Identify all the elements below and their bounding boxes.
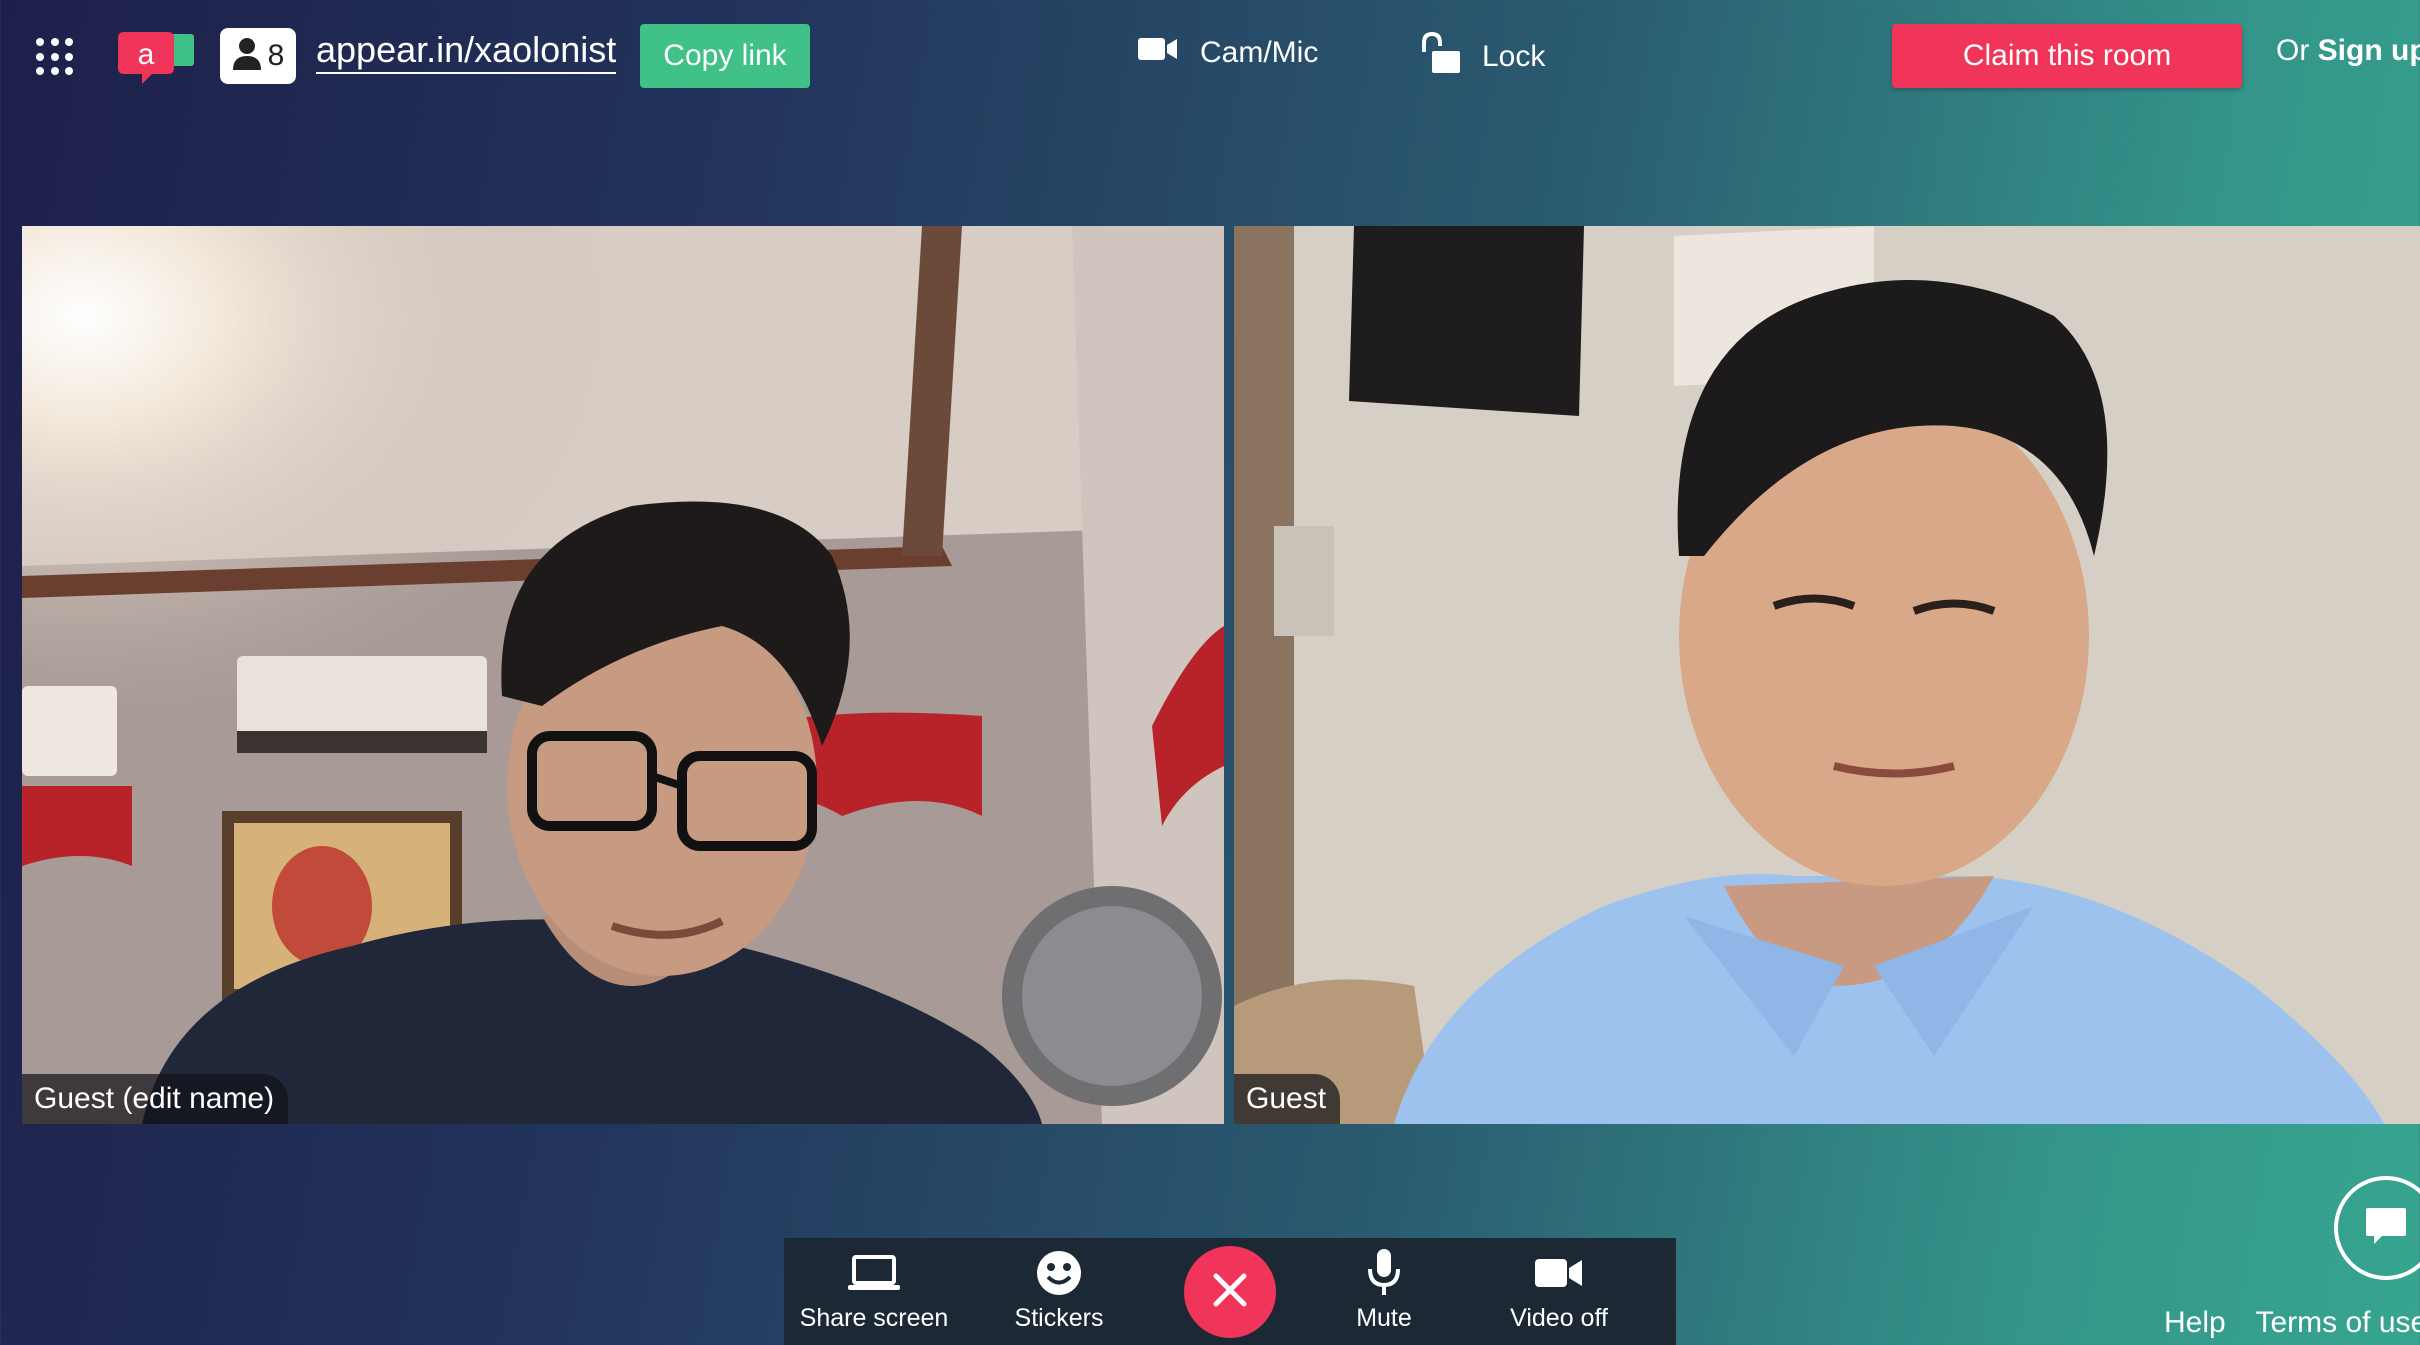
local-name-tag[interactable]: Guest (edit name): [22, 1074, 289, 1124]
svg-text:a: a: [138, 38, 155, 71]
video-tile-local[interactable]: Guest (edit name): [22, 226, 1224, 1124]
chat-bubble-icon: [2364, 1206, 2408, 1251]
video-off-button[interactable]: Video off: [1474, 1238, 1644, 1345]
signup-link[interactable]: Or Sign up: [2276, 34, 2420, 68]
apps-grid-icon[interactable]: [36, 38, 74, 76]
close-icon: [1213, 1273, 1247, 1312]
person-icon: [232, 36, 262, 77]
signup-label[interactable]: Sign up: [2318, 34, 2420, 67]
cam-mic-label: Cam/Mic: [1200, 36, 1319, 69]
claim-room-button[interactable]: Claim this room: [1892, 24, 2242, 88]
stickers-button[interactable]: Stickers: [984, 1238, 1134, 1345]
video-feed-remote: [1234, 226, 2420, 1124]
video-feed-local: [22, 226, 1224, 1124]
remote-name-tag: Guest: [1234, 1074, 1341, 1124]
appear-in-logo[interactable]: a: [118, 28, 198, 88]
call-toolbar: Share screen Stickers Mute Video off: [784, 1238, 1676, 1345]
share-screen-button[interactable]: Share screen: [794, 1238, 954, 1345]
participants-badge[interactable]: 8: [220, 28, 296, 84]
unlock-icon: [1418, 31, 1462, 82]
video-tile-remote: Guest: [1234, 226, 2420, 1124]
video-off-label: Video off: [1510, 1304, 1608, 1332]
lock-button[interactable]: Lock: [1418, 31, 1546, 82]
stickers-label: Stickers: [1014, 1304, 1104, 1332]
participant-count: 8: [267, 39, 285, 72]
copy-link-button[interactable]: Copy link: [640, 24, 810, 88]
room-url-link[interactable]: appear.in/xaolonist: [316, 30, 617, 74]
laptop-icon: [848, 1250, 900, 1296]
chat-button[interactable]: [2334, 1176, 2420, 1280]
share-screen-label: Share screen: [799, 1304, 949, 1332]
mute-button[interactable]: Mute: [1324, 1238, 1444, 1345]
video-camera-icon: [1138, 36, 1178, 70]
footer-links: Help Terms of use: [2164, 1306, 2420, 1340]
smiley-icon: [1036, 1250, 1082, 1296]
lock-label: Lock: [1482, 40, 1546, 73]
microphone-icon: [1367, 1249, 1401, 1296]
top-bar: a 8 appear.in/xaolonist Copy link Cam/Mi…: [0, 0, 2420, 112]
terms-link[interactable]: Terms of use: [2256, 1306, 2420, 1339]
mute-label: Mute: [1356, 1304, 1412, 1332]
cam-mic-button[interactable]: Cam/Mic: [1138, 36, 1318, 70]
leave-call-button[interactable]: [1184, 1246, 1276, 1338]
signup-prefix: Or: [2276, 34, 2310, 67]
help-link[interactable]: Help: [2164, 1306, 2226, 1339]
video-camera-icon: [1535, 1250, 1583, 1296]
